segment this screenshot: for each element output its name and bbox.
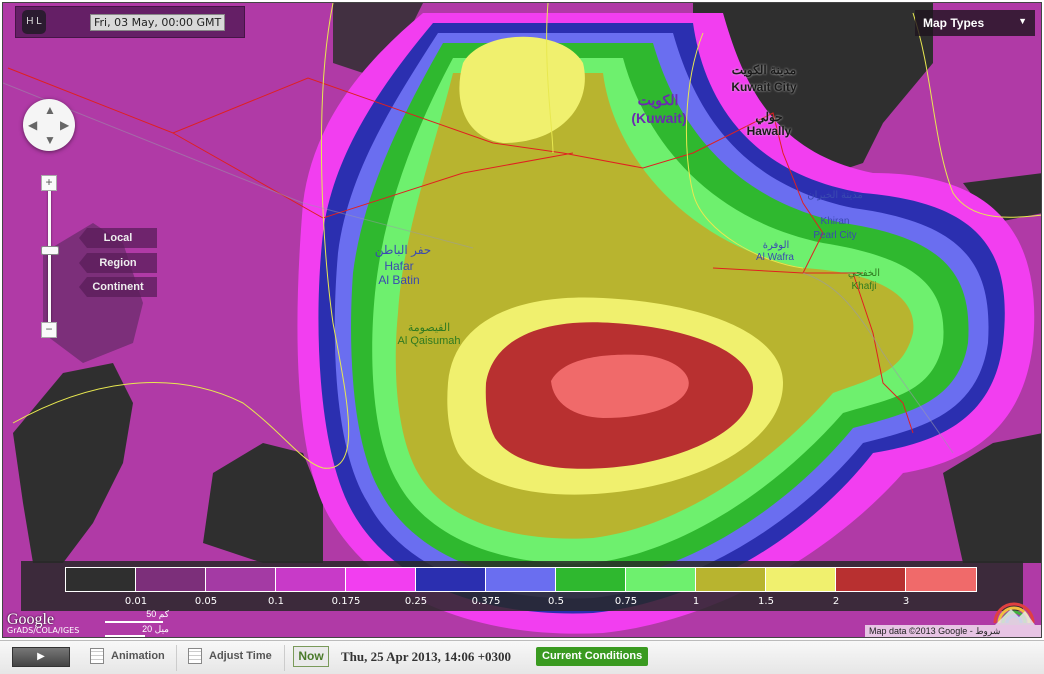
now-button[interactable]: Now bbox=[293, 646, 329, 667]
current-time-display: Thu, 25 Apr 2013, 14:06 +0300 bbox=[341, 649, 512, 664]
scope-continent-button[interactable]: Continent bbox=[79, 277, 157, 297]
scope-local-button[interactable]: Local bbox=[79, 228, 157, 248]
legend-swatch bbox=[136, 568, 206, 591]
toolbar-divider bbox=[284, 645, 285, 671]
legend-swatch bbox=[416, 568, 486, 591]
legend-label: 2 bbox=[832, 596, 840, 607]
chevron-down-icon: ▼ bbox=[1018, 16, 1027, 26]
calendar-icon bbox=[188, 648, 202, 664]
place-khafji-ar: الخفجي bbox=[847, 268, 881, 279]
legend-swatch bbox=[276, 568, 346, 591]
place-kuwait-ar: الكويت bbox=[637, 92, 679, 108]
animation-button[interactable]: Animation bbox=[111, 650, 165, 662]
legend-swatch bbox=[626, 568, 696, 591]
legend-swatch bbox=[486, 568, 556, 591]
legend-label: 0.375 bbox=[471, 596, 501, 607]
calendar-icon bbox=[90, 648, 104, 664]
legend-label: 0.5 bbox=[548, 596, 564, 607]
place-hawally: Hawally bbox=[746, 124, 792, 138]
zoom-slider-track[interactable] bbox=[48, 189, 51, 325]
toolbar-divider bbox=[176, 645, 177, 671]
forecast-time-display: Fri, 03 May, 00:00 GMT bbox=[90, 14, 226, 31]
place-kuwait-city: Kuwait City bbox=[731, 80, 797, 94]
place-khafji: Khafji bbox=[851, 281, 877, 292]
rainbow-logo-icon[interactable] bbox=[991, 593, 1037, 627]
pan-left-icon[interactable]: ◀ bbox=[28, 118, 37, 132]
map-viewport[interactable]: مدينة الكويت Kuwait City الكويت (Kuwait)… bbox=[2, 2, 1042, 638]
legend-label: 0.175 bbox=[331, 596, 361, 607]
color-legend: 0.01 0.05 0.1 0.175 0.25 0.375 0.5 0.75 1 1.5 2 3 bbox=[21, 561, 1023, 611]
place-qaisumah-ar: القيصومة bbox=[407, 322, 451, 334]
legend-label: 0.1 bbox=[268, 596, 284, 607]
place-qaisumah: Al Qaisumah bbox=[397, 335, 461, 347]
place-hawally-ar: حولي bbox=[755, 110, 783, 124]
legend-label: 0.25 bbox=[404, 596, 428, 607]
place-khiran-ar: مدينة الخيران bbox=[807, 190, 863, 201]
legend-label: 3 bbox=[902, 596, 910, 607]
legend-label: 0.05 bbox=[194, 596, 218, 607]
pan-down-icon[interactable]: ▼ bbox=[44, 133, 56, 147]
scale-mi-label: 20 ميل bbox=[142, 624, 169, 634]
place-khiran: Khiran Pearl City bbox=[813, 216, 857, 241]
legend-label: 1 bbox=[692, 596, 700, 607]
legend-swatch bbox=[206, 568, 276, 591]
legend-swatch bbox=[66, 568, 136, 591]
map-scale: 50 كم 20 ميل bbox=[105, 609, 171, 637]
pan-up-icon[interactable]: ▲ bbox=[44, 103, 56, 117]
legend-swatch bbox=[766, 568, 836, 591]
adjust-time-button[interactable]: Adjust Time bbox=[209, 650, 272, 662]
legend-swatch bbox=[906, 568, 976, 591]
place-kuwait: (Kuwait) bbox=[631, 110, 687, 126]
legend-swatch bbox=[346, 568, 416, 591]
place-kuwait-city-ar: مدينة الكويت bbox=[731, 63, 797, 77]
pan-right-icon[interactable]: ▶ bbox=[60, 118, 69, 132]
scale-km-label: 50 كم bbox=[146, 609, 169, 619]
app-logo-icon[interactable]: H L bbox=[22, 10, 46, 34]
grads-credit: GrADS/COLA/IGES bbox=[7, 626, 80, 635]
scale-mi-bar bbox=[105, 635, 145, 637]
legend-label: 1.5 bbox=[758, 596, 774, 607]
place-hafar: Hafar Al Batin bbox=[378, 259, 420, 287]
zoom-in-button[interactable]: + bbox=[41, 175, 57, 191]
legend-label: 0.75 bbox=[614, 596, 638, 607]
zoom-slider-handle[interactable] bbox=[41, 246, 59, 255]
map-types-label: Map Types bbox=[923, 16, 985, 30]
map-types-dropdown[interactable]: Map Types ▼ bbox=[915, 10, 1035, 36]
zoom-out-button[interactable]: − bbox=[41, 322, 57, 338]
play-button[interactable]: ▶ bbox=[12, 647, 70, 667]
precipitation-map[interactable] bbox=[3, 3, 1042, 638]
current-conditions-button[interactable]: Current Conditions bbox=[536, 647, 649, 666]
legend-label: 0.01 bbox=[124, 596, 148, 607]
scope-region-button[interactable]: Region bbox=[79, 253, 157, 273]
legend-swatch bbox=[556, 568, 626, 591]
bottom-toolbar: ▶ Animation Adjust Time Now Thu, 25 Apr … bbox=[0, 640, 1044, 674]
legend-swatch bbox=[836, 568, 906, 591]
scale-km-bar bbox=[105, 621, 163, 623]
legend-swatch bbox=[696, 568, 766, 591]
place-hafar-ar: حفر الباطن bbox=[374, 243, 432, 257]
time-panel: H L Fri, 03 May, 00:00 GMT bbox=[15, 6, 245, 38]
pan-control[interactable]: ▲ ▼ ◀ ▶ bbox=[23, 99, 75, 151]
place-wafra: Al Wafra bbox=[756, 252, 794, 263]
legend-color-bar bbox=[65, 567, 977, 592]
